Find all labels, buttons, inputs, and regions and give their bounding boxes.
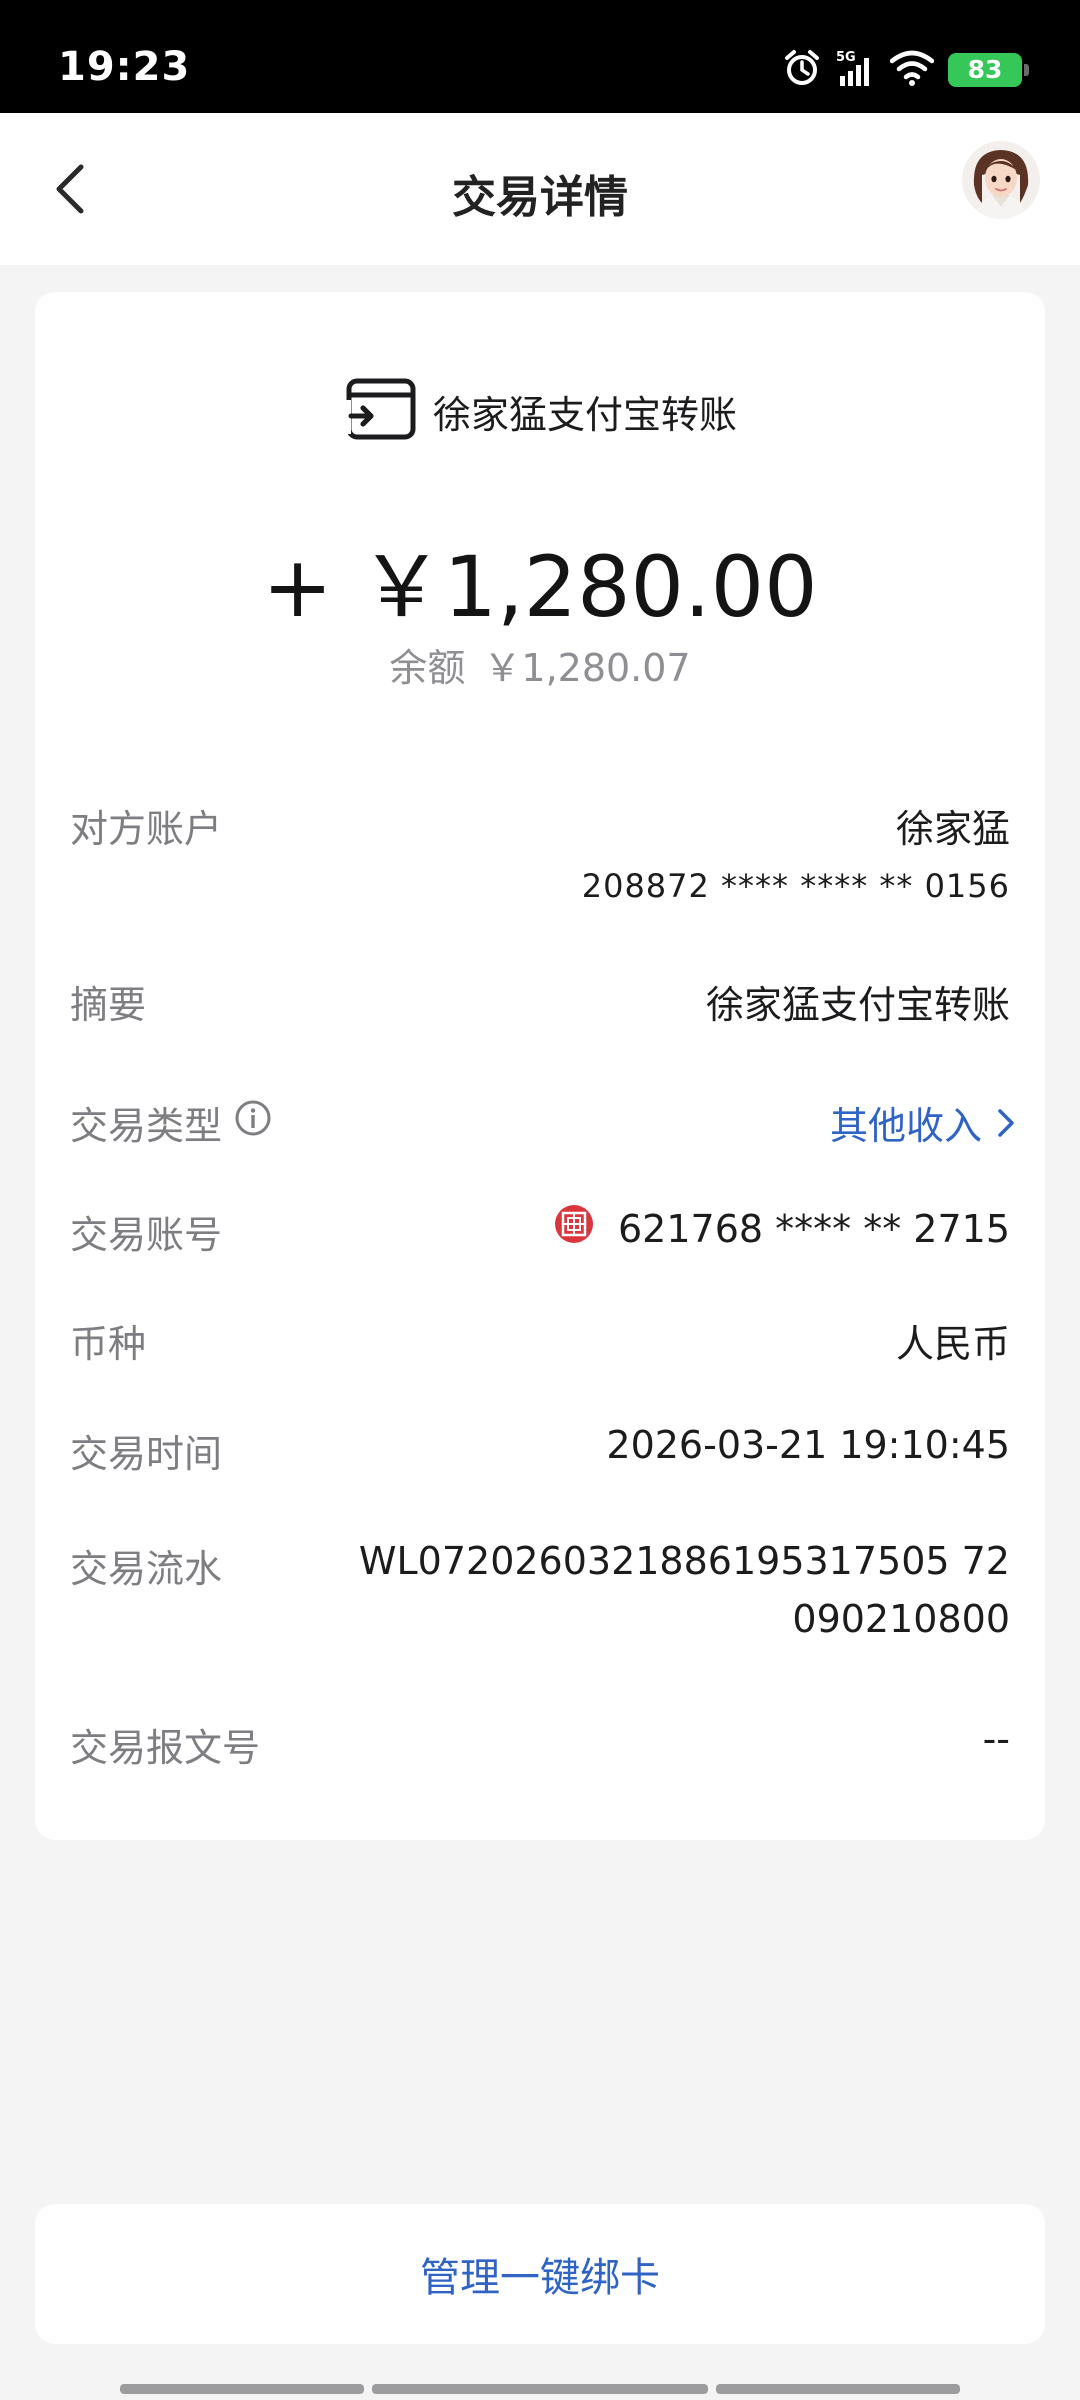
transaction-type-link[interactable]: 其他收入 bbox=[830, 1095, 1016, 1150]
gesture-bar-center[interactable] bbox=[372, 2384, 708, 2394]
status-icons: 5G 83 bbox=[782, 46, 1029, 94]
transaction-type-value: 其他收入 bbox=[829, 1104, 982, 1148]
transaction-account-value: 621768 **** ** 2715 bbox=[617, 1206, 1010, 1251]
info-icon[interactable] bbox=[234, 1099, 272, 1146]
transaction-time-value: 2026-03-21 19:10:45 bbox=[606, 1423, 1010, 1467]
balance-value: ￥1,280.07 bbox=[483, 646, 691, 690]
transfer-card-icon bbox=[342, 376, 419, 446]
cellular-signal-icon: 5G bbox=[836, 48, 876, 92]
transaction-serial-label: 交易流水 bbox=[70, 1547, 223, 1591]
transaction-account-row: 交易账号 621768 **** ** 2715 bbox=[70, 1204, 1010, 1264]
memo-label: 摘要 bbox=[70, 983, 147, 1027]
bank-logo-icon bbox=[554, 1204, 594, 1253]
transaction-serial-row: 交易流水 WL0720260321886195317505 72 0902108… bbox=[70, 1538, 1010, 1658]
avatar-icon bbox=[962, 141, 1040, 219]
transaction-amount: + ￥1,280.00 bbox=[262, 538, 818, 636]
transaction-detail-card: 徐家猛支付宝转账 + ￥1,280.00 余额 ￥1,280.07 对方账户 徐家… bbox=[35, 292, 1045, 1840]
chevron-right-icon bbox=[998, 1108, 1014, 1137]
gesture-bar-left bbox=[120, 2384, 364, 2394]
manage-binding-button[interactable]: 管理一键绑卡 bbox=[35, 2204, 1045, 2344]
status-bar: 19:23 5G 83 bbox=[0, 0, 1080, 113]
wifi-icon bbox=[889, 49, 935, 91]
assistant-avatar[interactable] bbox=[962, 141, 1040, 219]
counterparty-account: 208872 **** **** ** 0156 bbox=[581, 867, 1010, 905]
counterparty-label: 对方账户 bbox=[70, 807, 223, 851]
message-number-label: 交易报文号 bbox=[70, 1726, 261, 1770]
message-number-value: -- bbox=[982, 1717, 1010, 1761]
transaction-header: 徐家猛支付宝转账 bbox=[35, 376, 1045, 446]
gesture-bar-right bbox=[716, 2384, 960, 2394]
status-time: 19:23 bbox=[58, 44, 191, 90]
message-number-row: 交易报文号 -- bbox=[70, 1717, 1010, 1777]
battery-indicator: 83 bbox=[948, 53, 1029, 87]
transaction-time-row: 交易时间 2026-03-21 19:10:45 bbox=[70, 1423, 1010, 1483]
transaction-title: 徐家猛支付宝转账 bbox=[432, 392, 737, 437]
transaction-serial-line1: WL0720260321886195317505 72 bbox=[358, 1539, 1010, 1583]
counterparty-row: 对方账户 徐家猛 208872 **** **** ** 0156 bbox=[70, 798, 1010, 908]
page-title: 交易详情 bbox=[452, 172, 628, 223]
transaction-account-label: 交易账号 bbox=[70, 1213, 223, 1257]
navigation-bar: 交易详情 bbox=[0, 113, 1080, 265]
counterparty-name: 徐家猛 bbox=[895, 807, 1010, 851]
transaction-type-row: 交易类型 其他收入 bbox=[70, 1095, 1014, 1155]
balance-label: 余额 bbox=[389, 646, 466, 690]
currency-row: 币种 人民币 bbox=[70, 1313, 1010, 1373]
counterparty-value: 徐家猛 208872 **** **** ** 0156 bbox=[582, 798, 1010, 905]
currency-value: 人民币 bbox=[895, 1322, 1010, 1366]
transaction-time-label: 交易时间 bbox=[70, 1432, 223, 1476]
memo-row: 摘要 徐家猛支付宝转账 bbox=[70, 974, 1010, 1034]
alarm-icon bbox=[782, 48, 822, 92]
svg-text:5G: 5G bbox=[836, 50, 856, 65]
transaction-type-label: 交易类型 bbox=[70, 1104, 223, 1148]
manage-binding-label: 管理一键绑卡 bbox=[420, 2255, 660, 2301]
transaction-serial-value: WL0720260321886195317505 72 090210800 bbox=[359, 1532, 1010, 1648]
transaction-serial-line2: 090210800 bbox=[792, 1597, 1010, 1641]
balance-line: 余额 ￥1,280.07 bbox=[35, 637, 1045, 692]
currency-label: 币种 bbox=[70, 1322, 147, 1366]
memo-value: 徐家猛支付宝转账 bbox=[705, 983, 1010, 1027]
